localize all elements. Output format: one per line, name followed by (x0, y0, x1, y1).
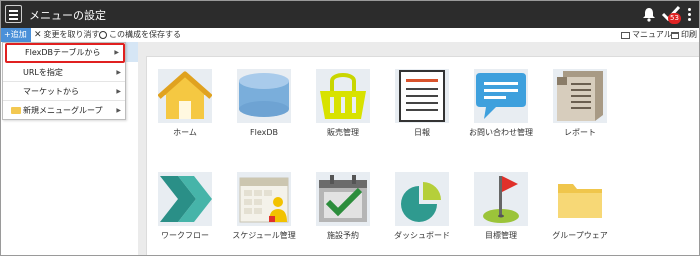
undo-label: 変更を取り消す (43, 30, 100, 39)
book-icon (621, 31, 630, 39)
menu-item-new-menu-group[interactable]: 新規メニューグループ ▶ (3, 101, 125, 120)
menu-item-label: マーケットから (23, 87, 79, 96)
menu-tiles-panel: ホーム FlexDB 販売管理 日報 お問い合わせ管理 レポート ワークフロー … (146, 56, 699, 255)
tile-dashboard[interactable]: ダッシュボード (389, 172, 455, 241)
goal-flag-icon (474, 172, 528, 226)
print-label: 印刷 (681, 30, 697, 39)
tile-label: 施設予約 (327, 231, 359, 240)
manual-label: マニュアル (632, 30, 672, 39)
content-area: FlexDBテーブルから ▶ URLを指定 ▶ マーケットから ▶ 新規メニュー… (1, 42, 699, 255)
circle-icon (99, 31, 107, 39)
tile-label: スケジュール管理 (232, 231, 296, 240)
menu-item-from-market[interactable]: マーケットから ▶ (3, 82, 125, 101)
report-icon (553, 69, 607, 123)
tile-groupware[interactable]: グループウェア (547, 172, 613, 241)
tile-label: FlexDB (250, 128, 278, 137)
facility-booking-icon (316, 172, 370, 226)
menu-item-label: FlexDBテーブルから (25, 48, 101, 57)
app-window: メニューの設定 53 +追加 ✕ 変更を取り消す この構成を保存する マニュアル… (0, 0, 700, 256)
tile-label: レポート (564, 128, 596, 137)
tile-label: グループウェア (552, 231, 608, 240)
tile-daily-report[interactable]: 日報 (389, 69, 455, 138)
tile-home[interactable]: ホーム (152, 69, 218, 138)
hamburger-menu-icon[interactable] (5, 5, 22, 23)
shopping-basket-icon (316, 69, 370, 123)
tile-inquiry-management[interactable]: お問い合わせ管理 (468, 69, 534, 138)
tile-workflow[interactable]: ワークフロー (152, 172, 218, 241)
menu-item-label: 新規メニューグループ (23, 106, 103, 115)
tile-label: 目標管理 (485, 231, 517, 240)
home-icon (158, 69, 212, 123)
database-icon (237, 69, 291, 123)
chevron-right-icon: ▶ (116, 88, 121, 95)
tile-label: お問い合わせ管理 (469, 128, 533, 137)
tile-facility-booking[interactable]: 施設予約 (310, 172, 376, 241)
add-button[interactable]: +追加 (1, 28, 31, 42)
tile-label: 販売管理 (327, 128, 359, 137)
undo-button[interactable]: ✕ 変更を取り消す (34, 28, 100, 42)
workflow-arrows-icon (158, 172, 212, 226)
tile-label: ワークフロー (161, 231, 209, 240)
chevron-right-icon: ▶ (116, 107, 121, 114)
tile-schedule-management[interactable]: スケジュール管理 (231, 172, 297, 241)
tile-label: ホーム (173, 128, 197, 137)
menu-item-specify-url[interactable]: URLを指定 ▶ (3, 63, 125, 82)
dashboard-pie-icon (395, 172, 449, 226)
save-button[interactable]: この構成を保存する (99, 28, 181, 42)
manual-link[interactable]: マニュアル (621, 28, 672, 42)
printer-icon (671, 31, 679, 39)
schedule-icon (237, 172, 291, 226)
save-label: この構成を保存する (109, 30, 181, 39)
close-icon: ✕ (34, 30, 42, 40)
chat-bubble-icon (474, 69, 528, 123)
page-title: メニューの設定 (29, 9, 106, 22)
tile-flexdb[interactable]: FlexDB (231, 69, 297, 138)
chevron-right-icon: ▶ (116, 69, 121, 76)
tile-goal-management[interactable]: 目標管理 (468, 172, 534, 241)
more-options-icon[interactable] (688, 8, 692, 22)
folder-icon (11, 107, 21, 114)
add-menu-dropdown: FlexDBテーブルから ▶ URLを指定 ▶ マーケットから ▶ 新規メニュー… (2, 42, 126, 120)
notification-badge: 53 (668, 13, 681, 24)
document-icon (395, 69, 449, 123)
folder-icon (553, 172, 607, 226)
tile-label: 日報 (414, 128, 430, 137)
menu-item-label: URLを指定 (23, 68, 63, 77)
tile-sales-management[interactable]: 販売管理 (310, 69, 376, 138)
bell-icon[interactable] (642, 7, 656, 22)
menu-item-from-flexdb-table[interactable]: FlexDBテーブルから ▶ (5, 43, 125, 63)
selected-row-strip (125, 42, 138, 62)
toolbar: +追加 ✕ 変更を取り消す この構成を保存する マニュアル 印刷 (1, 28, 699, 42)
chevron-right-icon: ▶ (114, 49, 119, 56)
print-button[interactable]: 印刷 (671, 28, 697, 42)
title-bar: メニューの設定 53 (1, 1, 699, 28)
tile-label: ダッシュボード (394, 231, 450, 240)
tile-report[interactable]: レポート (547, 69, 613, 138)
